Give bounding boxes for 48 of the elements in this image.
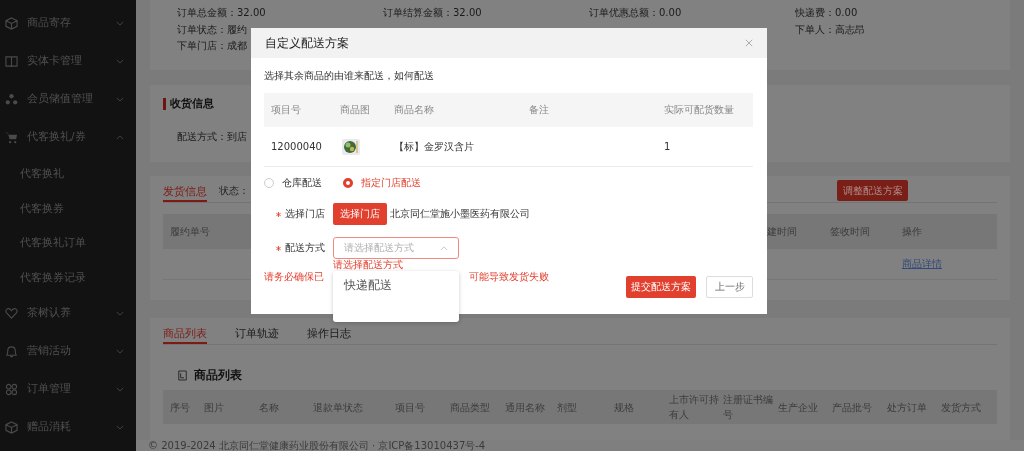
- order-field: 下单门店：成都: [177, 40, 247, 52]
- column-header: 商品名称: [394, 103, 435, 117]
- select-store-button[interactable]: 选择门店: [333, 203, 387, 225]
- people-icon: [5, 92, 18, 106]
- chevron-up-icon: [440, 245, 448, 251]
- radio-option[interactable]: 仓库配送: [264, 175, 322, 190]
- table-cell-text: 【标】金罗汉含片: [394, 139, 475, 154]
- book-icon: [5, 54, 18, 68]
- field-label: 配送方式: [285, 241, 325, 255]
- tab[interactable]: 发货信息: [163, 180, 207, 202]
- delivery-method-select[interactable]: 请选择配送方式: [333, 237, 459, 259]
- dropdown-option[interactable]: 快递配送: [333, 274, 459, 296]
- close-icon[interactable]: [745, 39, 753, 47]
- radio-option[interactable]: 指定门店配送: [343, 175, 421, 190]
- document-icon: [178, 369, 187, 381]
- warning-text: 请务必确保已: [264, 270, 324, 284]
- table-cell-text: 12000040: [270, 141, 323, 152]
- order-field: 订单状态：履约: [177, 23, 247, 35]
- column-header: 项目号: [270, 103, 302, 117]
- delivery-method-text: 配送方式：到店: [177, 131, 247, 142]
- heart-icon: [5, 306, 18, 320]
- field-label: 选择门店: [285, 207, 325, 221]
- adjust-plan-button[interactable]: 调整配送方案: [837, 180, 908, 201]
- cart-icon: [5, 130, 18, 144]
- column-header: 备注: [529, 103, 550, 117]
- error-message: 请选择配送方式: [333, 259, 403, 270]
- bell-icon: [5, 344, 18, 358]
- dialog-title: 自定义配送方案: [265, 34, 350, 52]
- box-icon: [5, 16, 18, 30]
- column-header: 实际可配货数量: [664, 103, 735, 117]
- column-header: 商品图: [340, 103, 371, 117]
- instruction-text: 选择其余商品的由谁来配送，如何配送: [264, 68, 434, 83]
- table-cell-text: 1: [664, 141, 672, 152]
- order-field: 下单人：高志昂: [795, 23, 865, 35]
- box-icon: [5, 420, 18, 434]
- tab[interactable]: 操作日志: [307, 322, 351, 344]
- warning-text: 可能导致发货失败: [469, 270, 549, 284]
- product-details-link[interactable]: 商品详情: [902, 257, 997, 271]
- grid-icon: [5, 382, 18, 396]
- section-title: 商品列表: [194, 367, 242, 383]
- submit-button[interactable]: 提交配送方案: [626, 276, 696, 298]
- status-label: 状态：: [219, 184, 249, 198]
- section-title: 收货信息: [170, 97, 214, 111]
- store-name: 北京同仁堂施小墨医药有限公司: [390, 207, 530, 221]
- back-button[interactable]: 上一步: [706, 276, 753, 298]
- column-header: 规格: [614, 401, 634, 413]
- tab[interactable]: 订单轨迹: [235, 322, 279, 344]
- tab[interactable]: 商品列表: [163, 322, 207, 344]
